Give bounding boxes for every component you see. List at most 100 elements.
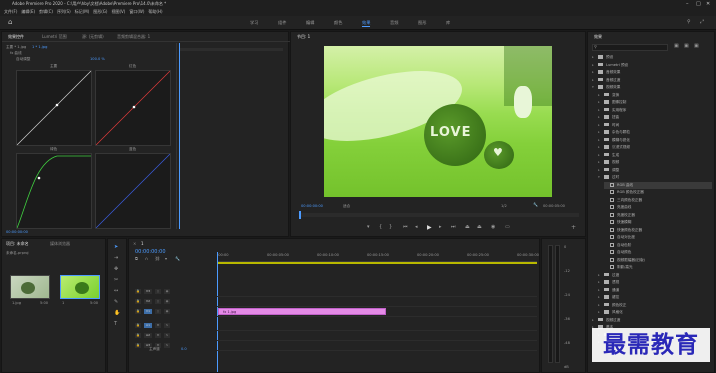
extract-icon[interactable]: ⏏ [477,224,482,230]
track-header[interactable]: 🔒 A3 M S [135,343,215,350]
goto-in-icon[interactable]: ⏮ [403,224,408,230]
track-label[interactable]: A1 [144,323,152,328]
wrench-icon[interactable]: 🔧 [533,202,538,207]
lock-icon[interactable]: 🔒 [135,299,141,304]
menu-item[interactable]: 窗口(W) [129,8,144,16]
timeline-close-icon[interactable]: × [133,241,136,246]
track-header[interactable]: 🔒 A1 M S [135,323,215,330]
slip-tool-icon[interactable]: ↔ [114,288,118,294]
curve-green[interactable]: 绿色 [16,147,92,229]
clip-thumbnail-sequence[interactable] [60,275,100,299]
workspace-tab[interactable]: 学习 [250,20,258,26]
selection-tool-icon[interactable]: ➤ [114,244,118,250]
workspace-tab[interactable]: 图形 [418,20,426,26]
menu-item[interactable]: 剪辑(C) [39,8,53,16]
sequence-clip-label[interactable]: 1 * 1.jpg [32,45,47,49]
effects-title[interactable]: 效果 [594,34,602,40]
sync-lock-icon[interactable]: ▯ [155,289,161,294]
workspace-tab[interactable]: 效果 [362,20,371,27]
workspace-tab[interactable]: 库 [446,20,450,26]
program-video-frame[interactable]: LOVE ♥ [324,46,552,197]
menu-item[interactable]: 文件(F) [4,8,17,16]
hand-tool-icon[interactable]: ✋ [114,310,120,316]
track-label[interactable]: A2 [144,333,152,338]
in-point-icon[interactable]: { [379,224,382,230]
pen-tool-icon[interactable]: ✎ [114,299,118,305]
work-area-bar[interactable] [217,262,537,264]
effects-list-item[interactable]: ▸ 键控 [598,294,712,301]
track-header[interactable]: 🔒 V3 ▯ ◉ [135,289,215,296]
effects-list-item[interactable]: ▸ 颜色校正 [598,302,712,309]
track-header[interactable]: 🔒 A2 M S [135,333,215,340]
effects-list-item[interactable]: ▸ 变换 [598,92,712,99]
timeline-timecode[interactable]: 00:00:00:00 [135,249,166,255]
export-frame-icon[interactable]: ◉ [491,224,495,230]
lock-icon[interactable]: 🔒 [135,333,141,338]
effects-list-item[interactable]: ▸ 调整 [598,167,712,174]
add-marker-icon[interactable]: ▾ [165,256,167,261]
effects-list-item[interactable]: ▸ 杂色与颗粒 [598,129,712,136]
track-header[interactable]: 🔒 V1 ▯ ◉ [135,309,215,316]
track-label[interactable]: V2 [144,299,152,304]
effects-list-item[interactable]: ▸ 预设 [592,54,712,61]
effects-list-item[interactable]: 快速颜色校正器 [604,227,712,234]
auto-adjust-value[interactable]: 100.0 % [90,57,105,61]
effects-list-item[interactable]: 快速模糊 [604,219,712,226]
program-timecode[interactable]: 00:00:00:00 [301,204,323,208]
program-title[interactable]: 节目: 1 [297,34,310,40]
program-fit[interactable]: 适合 [343,204,350,209]
track-header[interactable]: 🔒 V2 ▯ ◉ [135,299,215,306]
home-icon[interactable]: ⌂ [8,18,12,26]
effects-list-item[interactable]: ▸ 模糊与锐化 [598,137,712,144]
effects-list-item[interactable]: ▸ 视频过渡 [592,317,712,324]
search-icon[interactable]: ⚲ [687,19,691,25]
effects-list-item[interactable]: 三向颜色校正器 [604,197,712,204]
effects-list-item[interactable]: 阴影/高光 [604,264,712,271]
effects-list-item[interactable]: 自动对比度 [604,234,712,241]
minimize-icon[interactable]: – [686,0,689,8]
out-point-icon[interactable]: } [389,224,392,230]
track-lane[interactable] [217,289,537,297]
effects-list-item[interactable]: ▸ 风格化 [598,309,712,316]
tab-lumetri-scopes[interactable]: Lumetri 范围 [42,34,67,40]
effects-list-item[interactable]: ▾ 过时 [598,174,712,181]
linked-icon[interactable]: ⛓ [155,256,160,261]
step-forward-icon[interactable]: ▸ [439,224,442,230]
curve-red[interactable]: 红色 [95,64,171,146]
maximize-icon[interactable]: □ [696,0,701,8]
timeline-ruler[interactable]: :00:00 00:00:05:00 00:00:10:00 00:00:15:00 0… [217,252,539,262]
effects-list-item[interactable]: 自动颜色 [604,249,712,256]
track-lane[interactable] [217,343,537,351]
menu-item[interactable]: 编辑(E) [21,8,35,16]
workspace-tab[interactable]: 音频 [390,20,398,26]
effects-list-item[interactable]: ▸ 沉浸式视频 [598,144,712,151]
add-button-icon[interactable]: + [571,224,576,231]
effects-list-item[interactable]: ▸ 实用程序 [598,107,712,114]
effects-list-item[interactable]: RGB 曲线 [604,181,712,189]
type-tool-icon[interactable]: T [114,321,117,327]
tab-audio-mixer[interactable]: 音频剪辑混合器: 1 [117,34,150,40]
master-track-value[interactable]: 0.0 [181,347,187,351]
effects-list-item[interactable]: 亮度校正器 [604,212,712,219]
menu-item[interactable]: 视图(V) [111,8,125,16]
effects-list-item[interactable]: ▾ 视频效果 [592,84,712,91]
ec-timecode[interactable]: 00:00:00:00 [6,230,28,234]
lift-icon[interactable]: ⏏ [465,224,470,230]
sync-lock-icon[interactable]: ▯ [155,309,161,314]
32bit-effects-icon[interactable]: ▣ [684,43,689,49]
track-lane[interactable] [217,333,537,341]
curve-master[interactable]: 主要 [16,64,92,146]
effects-list-item[interactable]: RGB 颜色校正器 [604,189,712,196]
solo-icon[interactable]: S [164,333,170,338]
clip-thumbnail-original[interactable] [10,275,50,299]
expand-icon[interactable]: ⤢ [700,19,704,25]
effects-list-item[interactable]: ▸ 通道 [598,287,712,294]
effects-search-input[interactable]: ⚲ [592,44,668,51]
tab-media-browser[interactable]: 媒体浏览器 [50,241,70,247]
workspace-tab[interactable]: 编辑 [306,20,314,26]
yuv-effects-icon[interactable]: ▣ [694,43,699,49]
lock-icon[interactable]: 🔒 [135,289,141,294]
ripple-edit-icon[interactable]: ✥ [114,266,118,272]
effects-list-item[interactable]: ▸ 音频过渡 [592,77,712,84]
nest-icon[interactable]: ⧉ [135,256,138,261]
